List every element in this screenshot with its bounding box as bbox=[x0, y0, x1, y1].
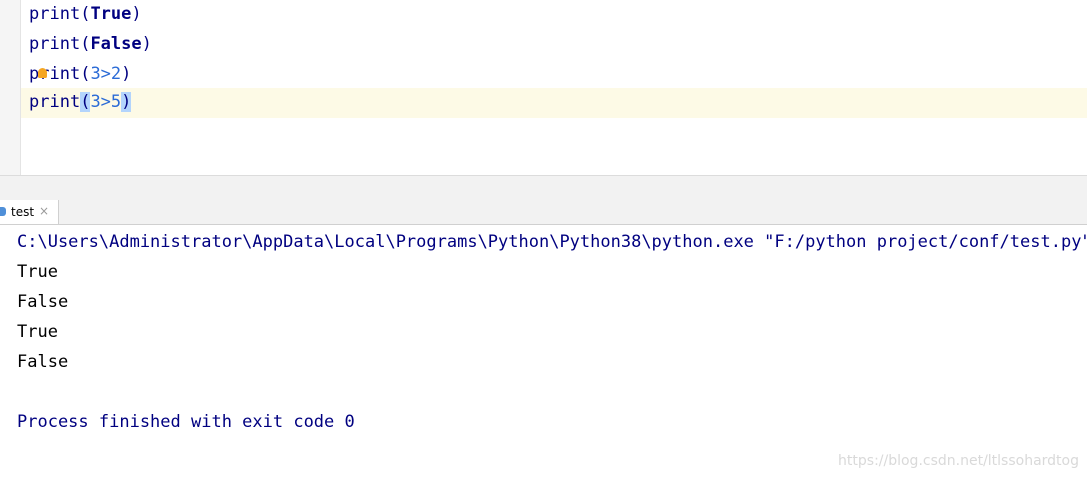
code-paren-open: ( bbox=[80, 34, 91, 54]
code-paren-close: ) bbox=[131, 4, 142, 24]
console-output-line-3: True bbox=[17, 322, 58, 342]
code-arg: True bbox=[90, 4, 132, 24]
code-line-2[interactable]: print(False) bbox=[21, 30, 1087, 60]
run-config-icon bbox=[0, 207, 6, 216]
code-fn: print bbox=[29, 64, 81, 84]
run-tab-label: test bbox=[11, 205, 35, 219]
code-line-1[interactable]: print(True) bbox=[21, 0, 1087, 30]
code-paren-open: ( bbox=[80, 4, 91, 24]
code-fn: print bbox=[29, 34, 81, 54]
editor-bottom-bar bbox=[0, 175, 1087, 201]
run-tab-test[interactable]: test × bbox=[0, 200, 59, 224]
console-output-line-1: True bbox=[17, 262, 58, 282]
code-line-3[interactable]: print(3>2) bbox=[21, 60, 1087, 90]
code-fn: print bbox=[29, 4, 81, 24]
code-arg: False bbox=[90, 34, 142, 54]
console-output-line-4: False bbox=[17, 352, 69, 372]
code-paren-close-highlight: ) bbox=[121, 92, 132, 112]
console-output-line-2: False bbox=[17, 292, 69, 312]
code-editor[interactable]: print(True) print(False) print(3>2) prin… bbox=[0, 0, 1087, 176]
close-tab-icon[interactable]: × bbox=[39, 204, 49, 218]
code-line-4-current[interactable]: print(3>5) bbox=[21, 88, 1087, 118]
code-fn: print bbox=[29, 92, 81, 112]
console-exit-message: Process finished with exit code 0 bbox=[17, 412, 355, 432]
run-tab-strip: test × bbox=[0, 200, 1087, 225]
code-arg: 3>2 bbox=[90, 64, 122, 84]
code-paren-open-highlight: ( bbox=[80, 92, 91, 112]
run-console[interactable]: C:\Users\Administrator\AppData\Local\Pro… bbox=[0, 225, 1087, 478]
console-command-line: C:\Users\Administrator\AppData\Local\Pro… bbox=[17, 232, 1087, 252]
code-paren-close: ) bbox=[121, 64, 132, 84]
intention-bulb-icon[interactable] bbox=[38, 68, 47, 78]
code-arg: 3>5 bbox=[90, 92, 122, 112]
editor-gutter[interactable] bbox=[0, 0, 21, 176]
code-paren-close: ) bbox=[141, 34, 152, 54]
code-paren-open: ( bbox=[80, 64, 91, 84]
watermark-text: https://blog.csdn.net/ltlssohardtog bbox=[838, 453, 1079, 469]
